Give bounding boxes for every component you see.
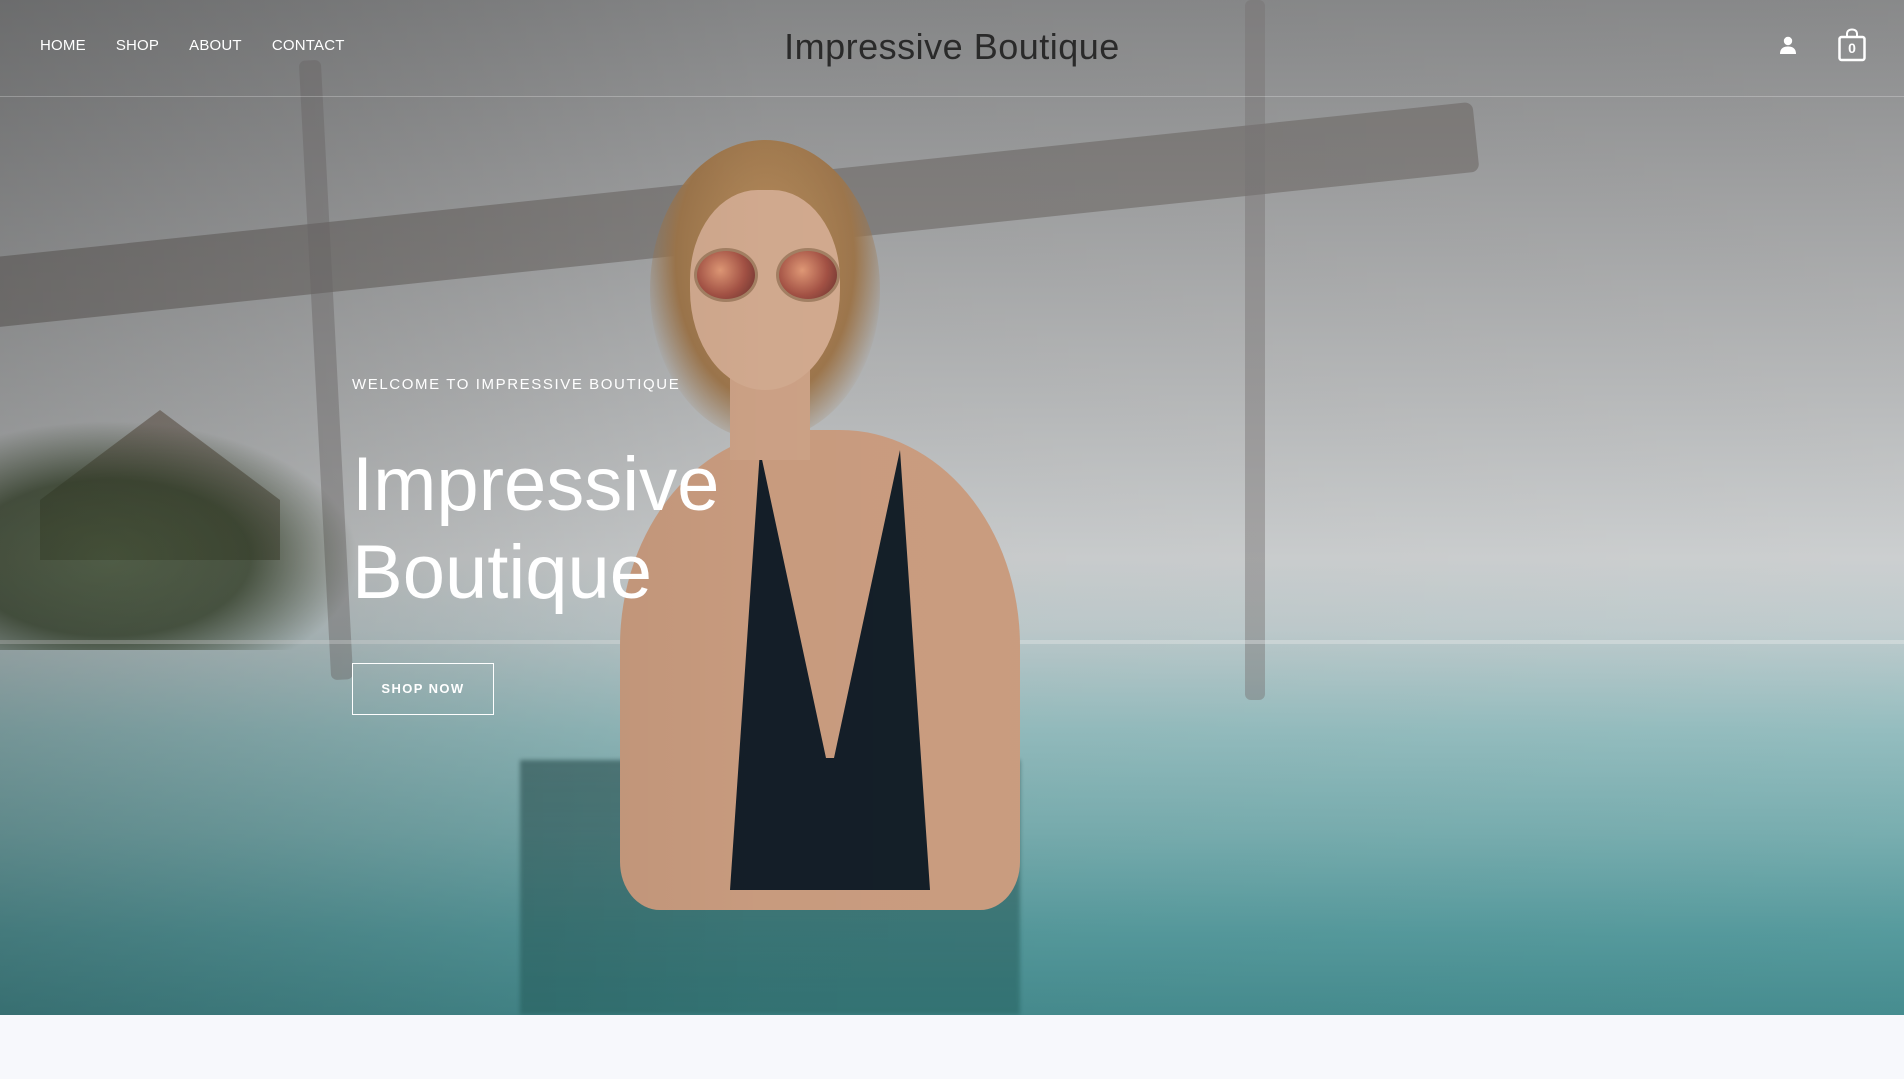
user-icon-graphic [1780, 36, 1796, 54]
page: HOME SHOP ABOUT CONTACT Impressive Bouti… [0, 0, 1904, 1079]
cart-count-badge: 0 [1848, 40, 1856, 56]
hero-background-image [0, 0, 1904, 1015]
shop-now-button[interactable]: SHOP NOW [352, 663, 494, 715]
header-icons: 0 [1778, 28, 1866, 62]
site-header: HOME SHOP ABOUT CONTACT Impressive Bouti… [0, 0, 1904, 97]
below-hero-section [0, 1015, 1904, 1079]
site-logo-text[interactable]: Impressive Boutique [0, 26, 1904, 68]
shopping-bag-icon[interactable]: 0 [1838, 28, 1866, 62]
user-icon[interactable] [1778, 35, 1798, 55]
hero-content: WELCOME TO IMPRESSIVE BOUTIQUE Impressiv… [352, 376, 772, 715]
hero-title: Impressive Boutique [352, 442, 720, 615]
hero-eyebrow: WELCOME TO IMPRESSIVE BOUTIQUE [352, 376, 681, 393]
hero-overlay [0, 0, 1904, 1015]
